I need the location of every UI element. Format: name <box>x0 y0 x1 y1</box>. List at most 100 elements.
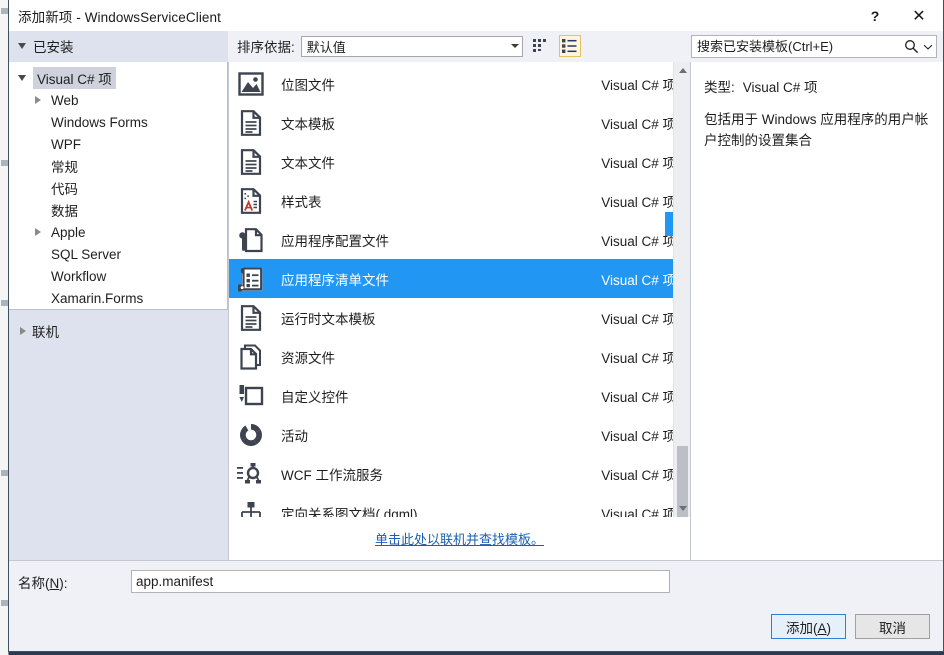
grid-view-icon <box>533 39 548 53</box>
tree-item-label: WPF <box>47 136 85 153</box>
activity-icon <box>235 419 267 451</box>
template-row[interactable]: 文本模板 Visual C# 项 <box>229 103 690 142</box>
tree-item-label: 数据 <box>47 199 82 221</box>
template-row[interactable]: WCF 工作流服务 Visual C# 项 <box>229 454 690 493</box>
template-name: 位图文件 <box>281 74 601 94</box>
installed-section-header[interactable]: 已安装 <box>9 31 228 62</box>
app-manifest-file-icon <box>235 263 267 295</box>
tree-item-root[interactable]: Visual C# 项 <box>9 67 227 89</box>
text-template-icon <box>235 107 267 139</box>
chevron-down-icon[interactable] <box>18 75 26 81</box>
name-field-row: 名称(N): <box>9 560 943 602</box>
template-name: 自定义控件 <box>281 386 601 406</box>
detail-type-label: 类型: <box>704 76 735 96</box>
wcf-workflow-service-icon <box>235 458 267 490</box>
search-dropdown-icon[interactable] <box>924 44 936 50</box>
resource-file-icon <box>235 341 267 373</box>
template-name: 定向关系图文档(.dgml) <box>281 503 601 518</box>
template-row-selected[interactable]: 应用程序清单文件 Visual C# 项 <box>229 259 690 298</box>
tree-item-sql-server[interactable]: SQL Server <box>9 243 227 265</box>
dialog-button-bar: 添加(A) 取消 <box>9 602 943 651</box>
template-row[interactable]: 活动 Visual C# 项 <box>229 415 690 454</box>
tree-item-label: 联机 <box>32 321 59 341</box>
template-row[interactable]: 应用程序配置文件 Visual C# 项 <box>229 220 690 259</box>
template-row[interactable]: 文本文件 Visual C# 项 <box>229 142 690 181</box>
sort-by-value: 默认值 <box>307 37 346 56</box>
templates-scrollbar[interactable] <box>673 62 690 517</box>
tree-item-label: Apple <box>47 224 90 241</box>
search-icon[interactable] <box>898 39 924 54</box>
scroll-down-arrow-icon[interactable] <box>674 500 690 517</box>
tree-item-wpf[interactable]: WPF <box>9 133 227 155</box>
template-row[interactable]: 自定义控件 Visual C# 项 <box>229 376 690 415</box>
tree-item-label: Web <box>47 92 83 109</box>
sort-area: 排序依据: 默认值 <box>237 35 581 57</box>
tree-item-general[interactable]: 常规 <box>9 155 227 177</box>
app-config-file-icon <box>235 224 267 256</box>
category-tree: Visual C# 项 Web Windows Forms WPF 常规 代码 <box>9 62 228 310</box>
cancel-button[interactable]: 取消 <box>855 614 930 639</box>
tree-item-label: 常规 <box>47 155 82 177</box>
tree-item-code[interactable]: 代码 <box>9 177 227 199</box>
templates-footer: 单击此处以联机并查找模板。 <box>229 517 690 560</box>
name-input[interactable] <box>131 570 670 593</box>
dialog-title: 添加新项 - WindowsServiceClient <box>18 6 221 26</box>
tree-item-label: Workflow <box>47 268 110 285</box>
tree-item-data[interactable]: 数据 <box>9 199 227 221</box>
tree-item-online[interactable]: 联机 <box>9 318 228 344</box>
list-view-toggle[interactable] <box>559 35 581 57</box>
categories-panel: Visual C# 项 Web Windows Forms WPF 常规 代码 <box>9 62 228 560</box>
dialog-titlebar: 添加新项 - WindowsServiceClient ? ✕ <box>9 0 943 31</box>
chevron-right-icon[interactable] <box>20 327 26 335</box>
template-name: 运行时文本模板 <box>281 308 601 328</box>
tree-item-label: Visual C# 项 <box>33 67 116 89</box>
template-name: 活动 <box>281 425 601 445</box>
template-name: 应用程序配置文件 <box>281 230 601 250</box>
directed-graph-document-icon <box>235 497 267 518</box>
templates-list: 位图文件 Visual C# 项 <box>229 62 690 517</box>
close-icon[interactable]: ✕ <box>897 0 941 31</box>
template-row[interactable]: 运行时文本模板 Visual C# 项 <box>229 298 690 337</box>
chevron-down-icon <box>18 43 26 49</box>
template-row[interactable]: 资源文件 Visual C# 项 <box>229 337 690 376</box>
help-icon[interactable]: ? <box>853 0 897 31</box>
scroll-up-arrow-icon[interactable] <box>674 62 690 79</box>
template-row[interactable]: 定向关系图文档(.dgml) Visual C# 项 <box>229 493 690 517</box>
template-name: 文本模板 <box>281 113 601 133</box>
chevron-right-icon[interactable] <box>35 96 41 104</box>
tree-item-label: Windows Forms <box>47 114 152 131</box>
grid-view-toggle[interactable] <box>530 35 552 57</box>
chevron-down-icon <box>511 44 519 48</box>
sort-by-label: 排序依据: <box>237 36 295 56</box>
template-row[interactable]: 位图文件 Visual C# 项 <box>229 64 690 103</box>
template-name: 应用程序清单文件 <box>281 269 601 289</box>
template-name: 样式表 <box>281 191 601 211</box>
tree-item-label: SQL Server <box>47 246 125 263</box>
sort-by-dropdown[interactable]: 默认值 <box>301 36 523 57</box>
runtime-text-template-icon <box>235 302 267 334</box>
tree-item-apple[interactable]: Apple <box>9 221 227 243</box>
find-online-templates-link[interactable]: 单击此处以联机并查找模板。 <box>375 529 544 548</box>
tree-item-xamarin-forms[interactable]: Xamarin.Forms <box>9 287 227 309</box>
dialog-toolbar: 已安装 排序依据: 默认值 <box>9 31 943 62</box>
detail-type-value: Visual C# 项 <box>743 76 818 96</box>
tree-item-workflow[interactable]: Workflow <box>9 265 227 287</box>
tree-item-label: Xamarin.Forms <box>47 290 147 307</box>
search-box[interactable] <box>691 35 937 58</box>
add-button[interactable]: 添加(A) <box>771 614 846 639</box>
tree-item-windows-forms[interactable]: Windows Forms <box>9 111 227 133</box>
search-input[interactable] <box>692 38 898 55</box>
template-row[interactable]: 样式表 Visual C# 项 <box>229 181 690 220</box>
tree-item-web[interactable]: Web <box>9 89 227 111</box>
bitmap-file-icon <box>235 68 267 100</box>
stylesheet-icon <box>235 185 267 217</box>
template-name: 文本文件 <box>281 152 601 172</box>
detail-description: 包括用于 Windows 应用程序的用户帐户控制的设置集合 <box>704 109 929 151</box>
custom-control-icon <box>235 380 267 412</box>
detail-type-row: 类型: Visual C# 项 <box>704 76 929 96</box>
template-name: WCF 工作流服务 <box>281 464 601 484</box>
text-file-icon <box>235 146 267 178</box>
installed-section-label: 已安装 <box>33 36 74 56</box>
chevron-right-icon[interactable] <box>35 228 41 236</box>
dialog-body: Visual C# 项 Web Windows Forms WPF 常规 代码 <box>9 62 943 560</box>
